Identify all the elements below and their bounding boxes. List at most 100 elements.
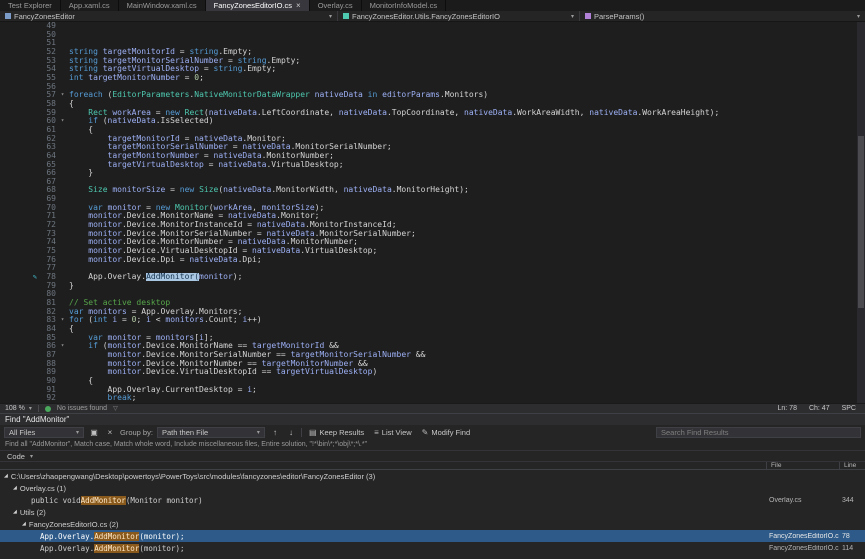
list-view-label: List View xyxy=(382,428,412,437)
code-lines: 49505152string targetMonitorId = string.… xyxy=(0,22,857,403)
code-line: 70 var monitor = new Monitor(workArea, m… xyxy=(0,204,857,213)
code-text: monitor.Device.MonitorName = nativeData.… xyxy=(69,212,857,221)
health-check-icon xyxy=(45,406,51,412)
keep-results-icon: ▤ xyxy=(309,428,317,437)
code-line: 83▾for (int i = 0; i < monitors.Count; i… xyxy=(0,316,857,325)
result-text: public void AddMonitor(Monitor monitor) xyxy=(0,496,766,505)
list-view-button[interactable]: ≡ List View xyxy=(371,428,415,437)
code-text: } xyxy=(69,169,857,178)
tab-overlay-cs[interactable]: Overlay.cs xyxy=(310,0,362,11)
find-group-row[interactable]: ◢C:\Users\zhaopengwang\Desktop\powertoys… xyxy=(0,470,865,482)
code-filter-label: Code xyxy=(7,452,25,461)
expander-icon[interactable]: ◢ xyxy=(13,509,17,515)
tab-mainwindow-xaml-cs[interactable]: MainWindow.xaml.cs xyxy=(119,0,206,11)
group-by-dropdown[interactable]: Path then File ▾ xyxy=(157,427,265,438)
modify-find-button[interactable]: ✎ Modify Find xyxy=(419,428,473,437)
fold-marker-icon[interactable]: ▾ xyxy=(56,117,69,126)
code-text: } xyxy=(69,282,857,291)
modify-find-label: Modify Find xyxy=(431,428,470,437)
find-result-row[interactable]: App.Overlay.AddMonitor(monitor);FancyZon… xyxy=(0,530,865,542)
code-text: targetVirtualDesktop = nativeData.Virtua… xyxy=(69,161,857,170)
editor-scrollbar[interactable] xyxy=(857,22,865,403)
match-suffix: (Monitor monitor) xyxy=(126,496,203,505)
code-line: 50 xyxy=(0,31,857,40)
code-text: string targetVirtualDesktop = string.Emp… xyxy=(69,65,857,74)
code-text: var monitors = App.Overlay.Monitors; xyxy=(69,308,857,317)
code-line: 77 xyxy=(0,264,857,273)
line-column-header[interactable]: Line xyxy=(839,462,865,469)
chevron-down-icon: ▾ xyxy=(257,429,260,436)
space-indicator[interactable]: SPC xyxy=(842,405,856,412)
filter-icon[interactable]: ▽ xyxy=(113,405,118,412)
code-text: break; xyxy=(69,394,857,403)
code-line: 92 break; xyxy=(0,394,857,403)
close-icon[interactable]: × xyxy=(296,2,301,10)
fold-marker-icon[interactable]: ▾ xyxy=(56,91,69,100)
code-line: 86▾ if (monitor.Device.MonitorName == ta… xyxy=(0,342,857,351)
search-find-results-input[interactable] xyxy=(656,427,861,438)
group-label: FancyZonesEditorIO.cs (2) xyxy=(29,520,119,529)
find-panel-title: Find "AddMonitor" xyxy=(0,414,865,425)
find-group-row[interactable]: ◢FancyZonesEditorIO.cs (2) xyxy=(0,518,865,530)
project-icon xyxy=(5,13,11,19)
group-by-value: Path then File xyxy=(162,428,208,437)
code-text: { xyxy=(69,100,857,109)
code-line: 90 { xyxy=(0,377,857,386)
modify-find-icon: ✎ xyxy=(422,428,429,437)
code-text: Size monitorSize = new Size(nativeData.M… xyxy=(69,186,857,195)
code-text: App.Overlay.AddMonitor(monitor); xyxy=(69,273,857,282)
chevron-down-icon: ▾ xyxy=(857,13,860,20)
scope-dropdown[interactable]: All Files ▾ xyxy=(4,427,84,438)
keep-results-button[interactable]: ▤ Keep Results xyxy=(306,428,367,437)
clear-results-icon[interactable]: × xyxy=(104,428,116,437)
copy-results-icon[interactable]: ▣ xyxy=(88,428,100,437)
line-indicator[interactable]: Ln: 78 xyxy=(778,405,797,412)
member-dropdown[interactable]: ParseParams() ▾ xyxy=(580,11,865,21)
fold-marker-icon[interactable]: ▾ xyxy=(56,316,69,325)
project-dropdown[interactable]: FancyZonesEditor ▾ xyxy=(0,11,338,21)
results-header: File Line xyxy=(0,461,865,470)
tab-test-explorer[interactable]: Test Explorer xyxy=(0,0,61,11)
next-result-icon[interactable]: ↓ xyxy=(285,428,297,437)
scrollbar-thumb[interactable] xyxy=(858,136,864,307)
tab-label: App.xaml.cs xyxy=(69,1,110,10)
find-result-row[interactable]: public void AddMonitor(Monitor monitor)O… xyxy=(0,494,865,506)
file-column-header[interactable]: File xyxy=(766,462,839,469)
code-text: targetMonitorSerialNumber = nativeData.M… xyxy=(69,143,857,152)
code-text: for (int i = 0; i < monitors.Count; i++) xyxy=(69,316,857,325)
match-prefix: public void xyxy=(31,496,81,505)
prev-result-icon[interactable]: ↑ xyxy=(269,428,281,437)
code-line: 68 Size monitorSize = new Size(nativeDat… xyxy=(0,186,857,195)
result-file: FancyZonesEditorIO.cs xyxy=(766,545,839,552)
expander-icon[interactable]: ◢ xyxy=(4,473,8,479)
expander-icon[interactable]: ◢ xyxy=(22,521,26,527)
tab-fancyzoneseditorio-cs[interactable]: FancyZonesEditorIO.cs × xyxy=(206,0,310,11)
group-by-label: Group by: xyxy=(120,428,153,437)
find-group-row[interactable]: ◢Overlay.cs (1) xyxy=(0,482,865,494)
zoom-value: 108 % xyxy=(5,405,25,412)
match-prefix: App.Overlay. xyxy=(40,544,94,553)
find-result-row[interactable]: App.Overlay.AddMonitor(monitor);FancyZon… xyxy=(0,542,865,554)
column-indicator[interactable]: Ch: 47 xyxy=(809,405,830,412)
code-line: 82var monitors = App.Overlay.Monitors; xyxy=(0,308,857,317)
find-results-panel: Find "AddMonitor" All Files ▾ ▣ × Group … xyxy=(0,413,865,559)
code-editor[interactable]: 49505152string targetMonitorId = string.… xyxy=(0,22,865,403)
find-group-row[interactable]: ◢Utils (2) xyxy=(0,506,865,518)
code-line: 69 xyxy=(0,195,857,204)
fold-marker-icon[interactable]: ▾ xyxy=(56,342,69,351)
code-line: 53string targetMonitorSerialNumber = str… xyxy=(0,57,857,66)
type-dropdown[interactable]: FancyZonesEditor.Utils.FancyZonesEditorI… xyxy=(338,11,580,21)
find-summary: Find all "AddMonitor", Match case, Match… xyxy=(0,440,865,450)
issues-status[interactable]: No issues found xyxy=(57,405,107,412)
expander-icon[interactable]: ◢ xyxy=(13,485,17,491)
tab-label: FancyZonesEditorIO.cs xyxy=(214,1,292,10)
project-name: FancyZonesEditor xyxy=(14,12,75,21)
code-text: string targetMonitorId = string.Empty; xyxy=(69,48,857,57)
result-line: 114 xyxy=(839,545,865,552)
code-line: 65 targetVirtualDesktop = nativeData.Vir… xyxy=(0,161,857,170)
tab-monitorinfomodel-cs[interactable]: MonitorInfoModel.cs xyxy=(362,0,447,11)
tab-app-xaml-cs[interactable]: App.xaml.cs xyxy=(61,0,119,11)
zoom-control[interactable]: 108 % ▾ xyxy=(5,405,32,412)
code-filter-dropdown[interactable]: Code ▾ xyxy=(0,450,865,461)
match-highlight: AddMonitor xyxy=(81,496,126,505)
